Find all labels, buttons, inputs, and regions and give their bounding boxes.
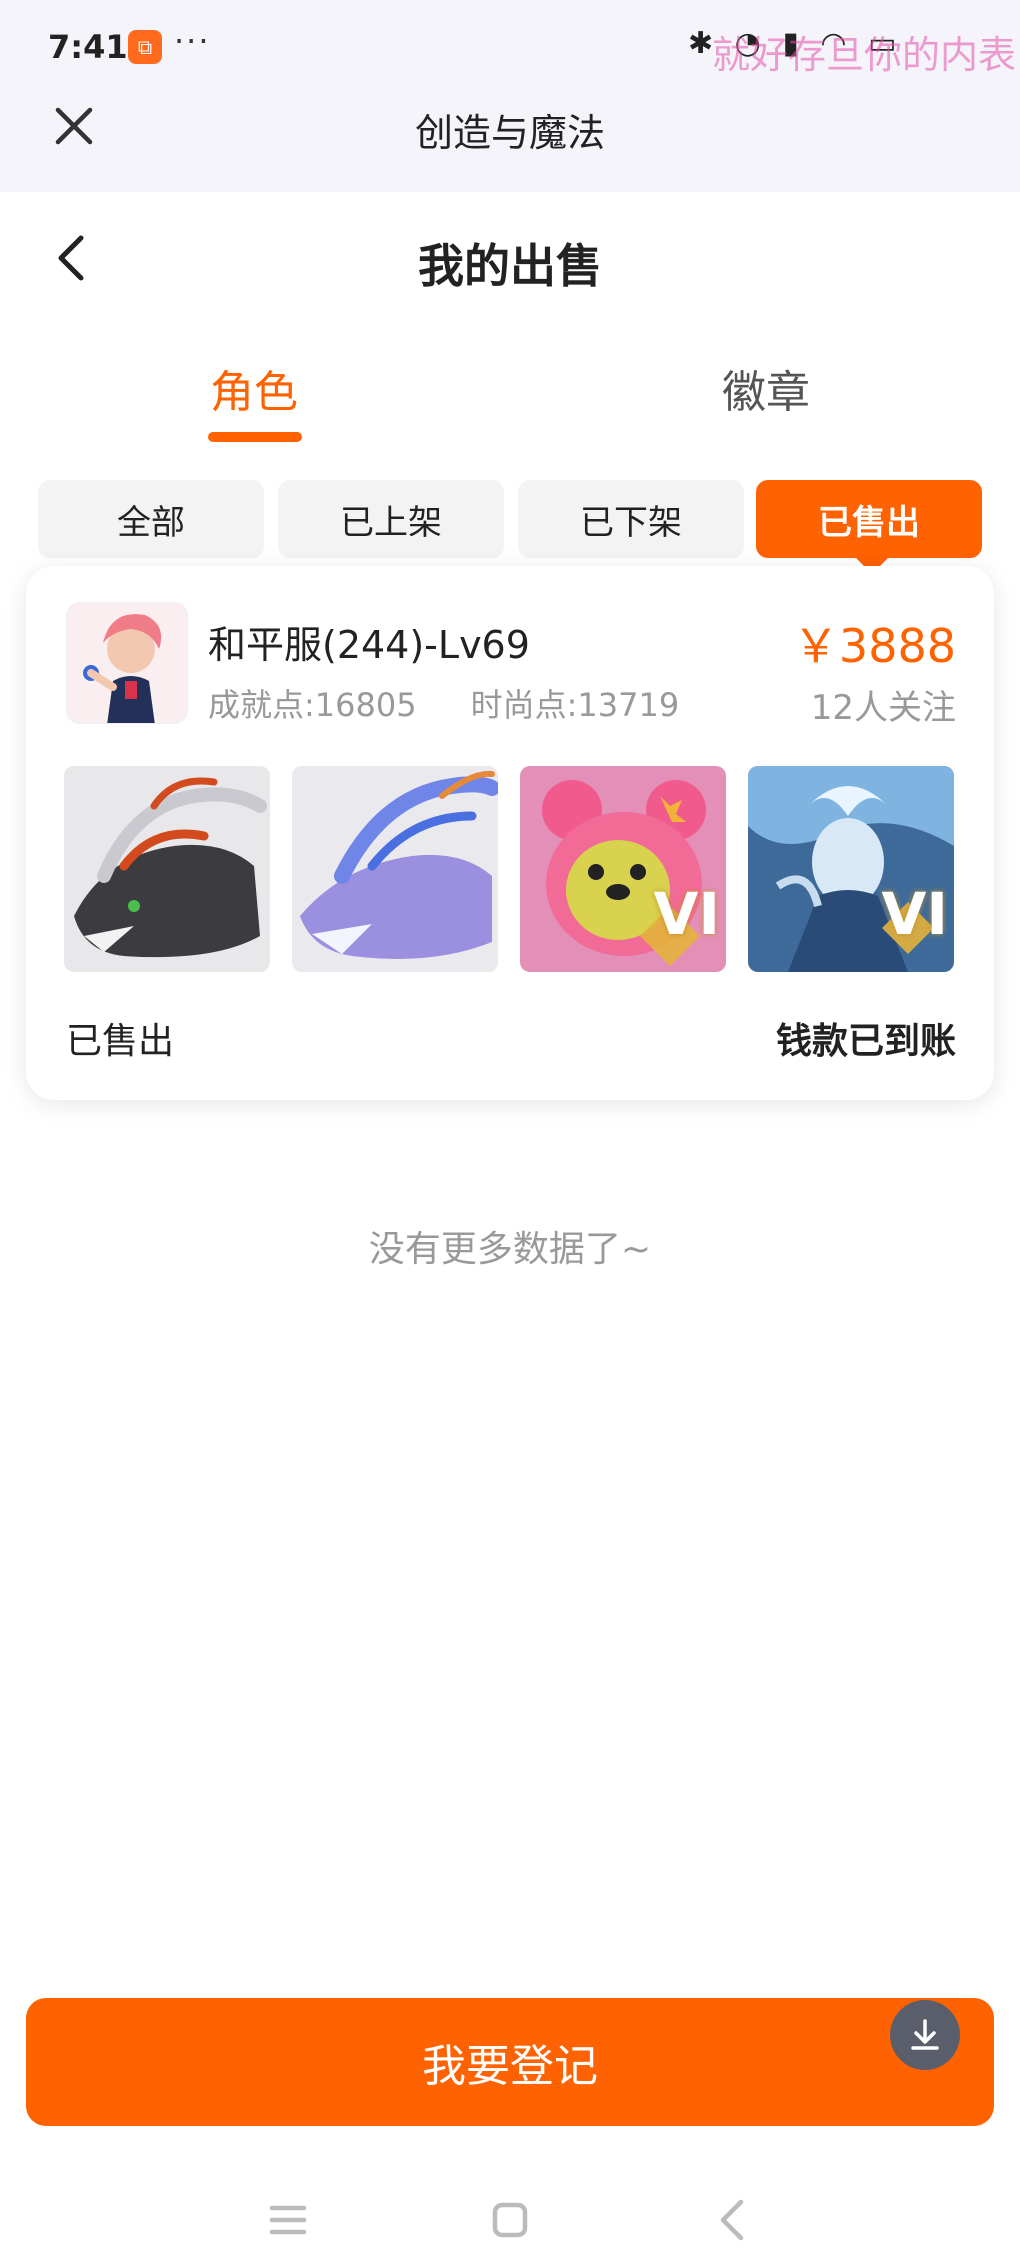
top-app-bar: 7:41 ⧉ ··· ✱ ◔ ▮ ◠ ▭ 就好存旦你的内表 创造与魔法 xyxy=(0,0,1020,192)
app-notification-icon: ⧉ xyxy=(128,30,162,64)
blue-dragon-thumb[interactable] xyxy=(292,766,498,972)
menu-icon xyxy=(269,2205,307,2235)
status-time: 7:41 xyxy=(48,28,128,66)
black-dragon-thumb[interactable] xyxy=(64,766,270,972)
back-arrow-icon xyxy=(720,2199,744,2241)
download-icon xyxy=(911,2019,939,2050)
nav-menu-button[interactable] xyxy=(256,2188,320,2252)
fashion-points: 时尚点:13719 xyxy=(470,686,680,724)
home-square-icon xyxy=(492,2202,528,2238)
payment-status: 钱款已到账 xyxy=(775,1021,956,1062)
character-name: 和平服(244)-Lv69 xyxy=(208,623,530,667)
register-button[interactable]: 我要登记 xyxy=(26,1998,994,2126)
tab-badge[interactable]: 徽章 xyxy=(636,356,896,420)
nav-home-button[interactable] xyxy=(478,2188,542,2252)
empty-list-hint: 没有更多数据了~ xyxy=(368,1229,652,1270)
filter-all[interactable]: 全部 xyxy=(38,480,264,558)
page-title: 我的出售 xyxy=(418,239,602,293)
filter-unlisted[interactable]: 已下架 xyxy=(518,480,744,558)
listing-card[interactable]: 和平服(244)-Lv69 成就点:16805 时尚点:13719 ￥3888 1… xyxy=(26,566,994,1100)
vi-badge: VI xyxy=(881,880,948,948)
nav-back-button[interactable] xyxy=(700,2188,764,2252)
pink-bear-thumb[interactable]: VI xyxy=(520,766,726,972)
tab-role[interactable]: 角色 xyxy=(124,356,384,420)
status-more-icon: ··· xyxy=(174,22,211,60)
achievement-points: 成就点:16805 xyxy=(208,686,417,724)
character-stats: 成就点:16805 时尚点:13719 xyxy=(208,680,679,726)
vi-badge: VI xyxy=(653,880,720,948)
overlay-watermark: 就好存旦你的内表 xyxy=(712,33,1017,77)
ice-warrior-thumb[interactable]: VI xyxy=(748,766,954,972)
app-title: 创造与魔法 xyxy=(414,111,605,155)
character-avatar xyxy=(66,602,188,724)
download-button[interactable] xyxy=(890,2000,960,2070)
follower-count: 12人关注 xyxy=(810,688,956,728)
sale-status: 已售出 xyxy=(66,1021,175,1062)
filter-sold[interactable]: 已售出 xyxy=(756,480,982,558)
active-tab-indicator xyxy=(208,432,302,442)
filter-listed[interactable]: 已上架 xyxy=(278,480,504,558)
system-nav-bar xyxy=(0,2180,1020,2260)
listing-price: ￥3888 xyxy=(792,619,956,673)
